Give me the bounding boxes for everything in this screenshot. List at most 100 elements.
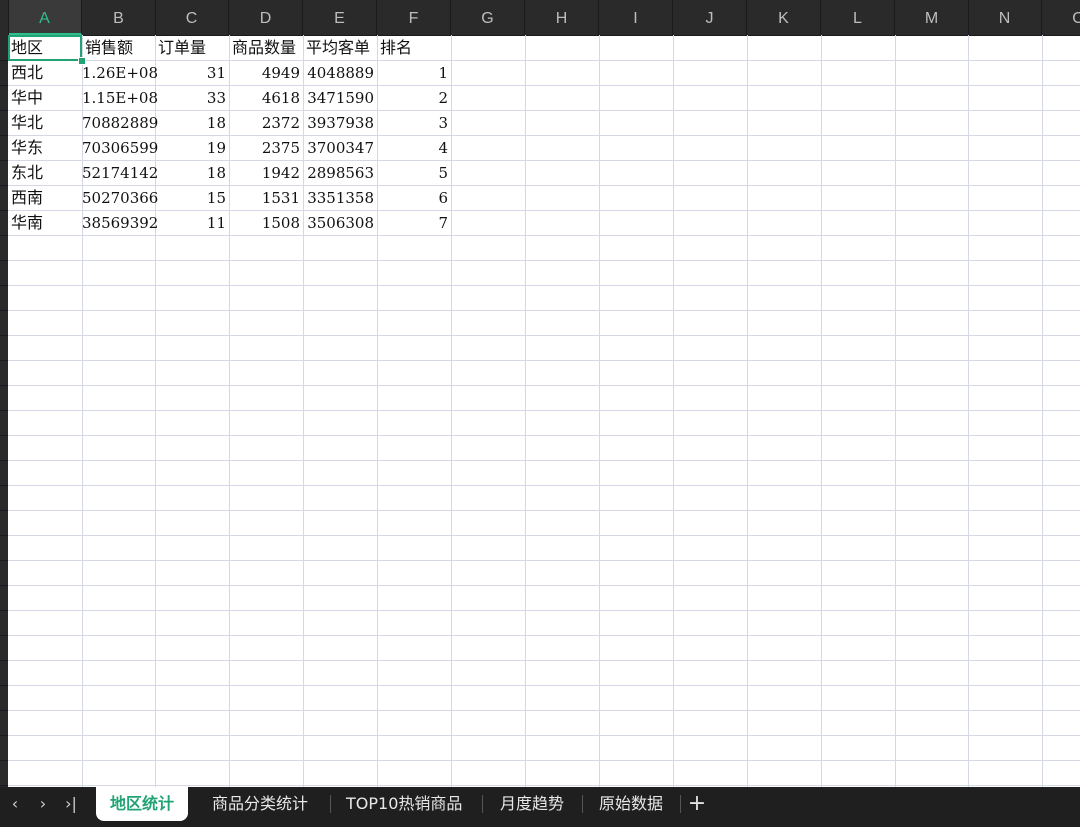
column-header-n[interactable]: N — [968, 0, 1042, 35]
grid-row-line — [8, 460, 1080, 461]
row-header-divider — [0, 710, 8, 711]
grid-column-line — [673, 35, 674, 787]
prev-sheet-button[interactable]: ‹ — [2, 787, 28, 821]
column-header-i[interactable]: I — [599, 0, 673, 35]
data-cell[interactable]: 1 — [377, 60, 451, 85]
column-header-a[interactable]: A — [8, 0, 82, 35]
grid-row-line — [8, 310, 1080, 311]
column-header-d[interactable]: D — [229, 0, 303, 35]
row-header-divider — [0, 85, 8, 86]
grid-row-line — [8, 410, 1080, 411]
region-cell[interactable]: 西南 — [8, 185, 82, 210]
grid-row-line — [8, 235, 1080, 236]
data-cell[interactable]: 70882889 — [82, 110, 158, 135]
data-cell[interactable]: 3700347 — [303, 135, 377, 160]
data-cell[interactable]: 38569392 — [82, 210, 158, 235]
header-cell[interactable]: 平均客单 — [303, 35, 377, 60]
data-cell[interactable]: 33 — [155, 85, 229, 110]
region-cell[interactable]: 华东 — [8, 135, 82, 160]
data-cell[interactable]: 11 — [155, 210, 229, 235]
data-cell[interactable]: 1.26E+08 — [82, 60, 158, 85]
data-cell[interactable]: 19 — [155, 135, 229, 160]
data-cell[interactable]: 4618 — [229, 85, 303, 110]
column-header-c[interactable]: C — [155, 0, 229, 35]
select-all-corner[interactable] — [0, 0, 9, 35]
row-header-divider — [0, 210, 8, 211]
sheet-tab[interactable]: 原始数据 — [585, 787, 677, 821]
data-cell[interactable]: 5 — [377, 160, 451, 185]
tab-separator — [330, 795, 331, 813]
spreadsheet-area[interactable]: ABCDEFGHIJKLMNO 地区 销售额 订单量 商品数量 平均客单 排名 西北 1.26… — [0, 0, 1080, 787]
data-cell[interactable]: 1.15E+08 — [82, 85, 158, 110]
row-header-divider — [0, 635, 8, 636]
data-cell[interactable]: 18 — [155, 160, 229, 185]
column-header-b[interactable]: B — [82, 0, 156, 35]
sheet-tab[interactable]: 地区统计 — [96, 787, 189, 821]
data-cell[interactable]: 2 — [377, 85, 451, 110]
region-cell[interactable]: 华中 — [8, 85, 82, 110]
data-cell[interactable]: 3351358 — [303, 185, 377, 210]
sheet-tab[interactable]: 月度趋势 — [486, 787, 578, 821]
fill-handle[interactable] — [78, 57, 86, 65]
data-cell[interactable]: 31 — [155, 60, 229, 85]
data-cell[interactable]: 4048889 — [303, 60, 377, 85]
region-cell[interactable]: 华北 — [8, 110, 82, 135]
data-cell[interactable]: 1942 — [229, 160, 303, 185]
row-header-divider — [0, 760, 8, 761]
data-cell[interactable]: 3471590 — [303, 85, 377, 110]
header-cell[interactable]: 销售额 — [82, 35, 156, 60]
last-sheet-button[interactable]: ›| — [58, 787, 84, 821]
data-cell[interactable]: 15 — [155, 185, 229, 210]
row-header-divider — [0, 385, 8, 386]
column-header-k[interactable]: K — [747, 0, 821, 35]
column-header-g[interactable]: G — [451, 0, 525, 35]
grid-row-line — [8, 610, 1080, 611]
data-cell[interactable]: 6 — [377, 185, 451, 210]
data-cell[interactable]: 4949 — [229, 60, 303, 85]
data-cell[interactable]: 2375 — [229, 135, 303, 160]
row-header-gutter[interactable] — [0, 35, 8, 787]
column-header-j[interactable]: J — [673, 0, 747, 35]
data-cell[interactable]: 50270366 — [82, 185, 158, 210]
column-header-h[interactable]: H — [525, 0, 599, 35]
header-cell[interactable]: 订单量 — [155, 35, 229, 60]
sheet-tab[interactable]: 商品分类统计 — [198, 787, 322, 821]
region-cell[interactable]: 华南 — [8, 210, 82, 235]
column-header-e[interactable]: E — [303, 0, 377, 35]
next-sheet-button[interactable]: › — [30, 787, 56, 821]
data-cell[interactable]: 52174142 — [82, 160, 158, 185]
cell-grid[interactable]: 地区 销售额 订单量 商品数量 平均客单 排名 西北 1.26E+08 31 4949 404888… — [8, 35, 1080, 787]
region-cell[interactable]: 西北 — [8, 60, 82, 85]
data-cell[interactable]: 18 — [155, 110, 229, 135]
grid-row-line — [8, 685, 1080, 686]
row-header-divider — [0, 460, 8, 461]
data-cell[interactable]: 70306599 — [82, 135, 158, 160]
data-cell[interactable]: 3506308 — [303, 210, 377, 235]
sheet-tab[interactable]: TOP10热销商品 — [332, 787, 476, 821]
data-cell[interactable]: 3 — [377, 110, 451, 135]
row-header-divider — [0, 560, 8, 561]
add-sheet-button[interactable]: + — [682, 787, 712, 821]
header-cell[interactable]: 排名 — [377, 35, 451, 60]
grid-row-line — [8, 335, 1080, 336]
data-cell[interactable]: 2898563 — [303, 160, 377, 185]
data-cell[interactable]: 7 — [377, 210, 451, 235]
tab-separator — [680, 795, 681, 813]
row-header-divider — [0, 435, 8, 436]
data-cell[interactable]: 3937938 — [303, 110, 377, 135]
column-header-f[interactable]: F — [377, 0, 451, 35]
region-cell[interactable]: 东北 — [8, 160, 82, 185]
grid-row-line — [8, 760, 1080, 761]
data-cell[interactable]: 1531 — [229, 185, 303, 210]
header-cell[interactable]: 商品数量 — [229, 35, 303, 60]
data-cell[interactable]: 2372 — [229, 110, 303, 135]
row-header-divider — [0, 310, 8, 311]
grid-row-line — [8, 635, 1080, 636]
column-header-m[interactable]: M — [895, 0, 969, 35]
column-header-o[interactable]: O — [1042, 0, 1080, 35]
row-header-divider — [0, 160, 8, 161]
column-header-l[interactable]: L — [821, 0, 895, 35]
data-cell[interactable]: 4 — [377, 135, 451, 160]
data-cell[interactable]: 1508 — [229, 210, 303, 235]
grid-row-line — [8, 435, 1080, 436]
